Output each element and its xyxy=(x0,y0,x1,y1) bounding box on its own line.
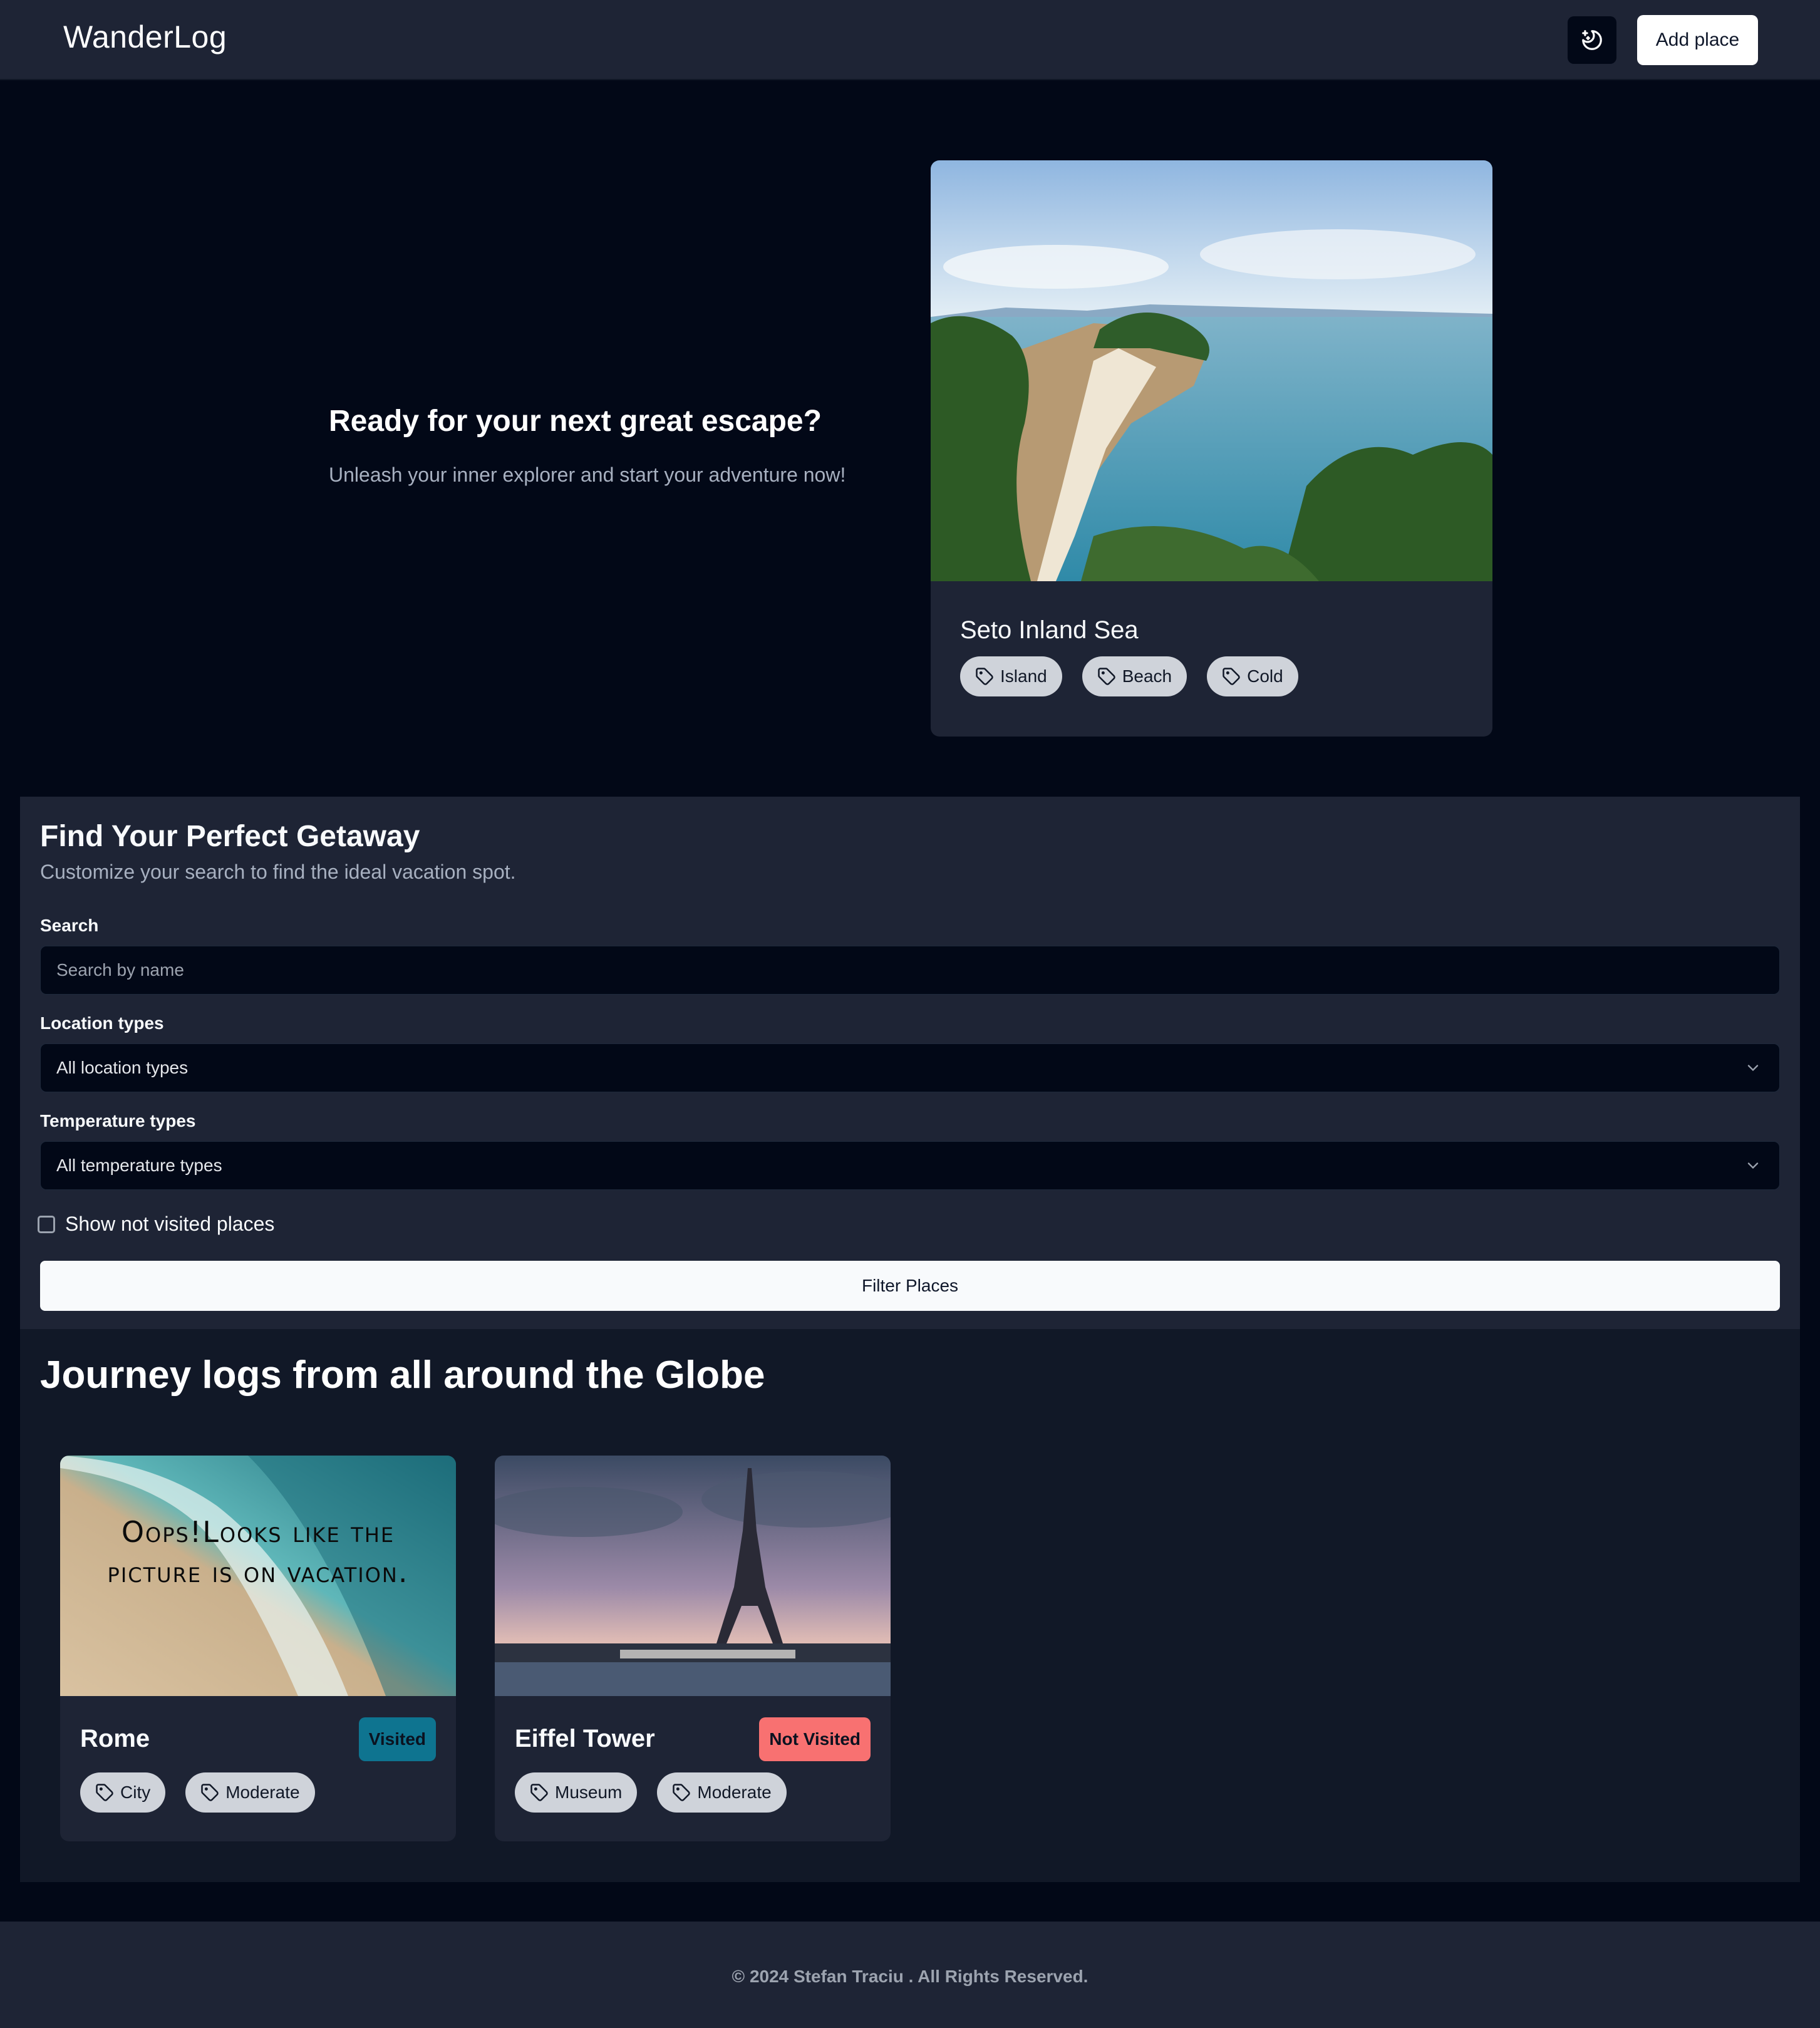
search-placeholder: Search by name xyxy=(56,960,184,980)
tag-label: Beach xyxy=(1122,666,1172,686)
tag-chip: Museum xyxy=(515,1772,638,1813)
theme-toggle-button[interactable] xyxy=(1568,16,1616,64)
show-not-visited-label[interactable]: Show not visited places xyxy=(65,1213,274,1236)
place-tags: City Moderate xyxy=(80,1772,315,1813)
show-not-visited-checkbox[interactable] xyxy=(38,1215,55,1233)
place-name: Eiffel Tower xyxy=(515,1725,655,1752)
temperature-types-value: All temperature types xyxy=(56,1156,222,1175)
tag-chip: City xyxy=(80,1772,166,1813)
hero-subtitle: Unleash your inner explorer and start yo… xyxy=(329,463,846,486)
filter-places-button[interactable]: Filter Places xyxy=(40,1261,1780,1311)
tag-icon xyxy=(96,1784,113,1801)
tag-chip: Island xyxy=(960,656,1062,696)
place-card[interactable]: Eiffel Tower Not Visited Museum Moderate xyxy=(495,1456,891,1841)
tag-chip: Moderate xyxy=(657,1772,787,1813)
tag-label: Moderate xyxy=(225,1782,300,1802)
filter-subtitle: Customize your search to find the ideal … xyxy=(40,861,516,883)
temperature-types-select[interactable]: All temperature types xyxy=(40,1141,1780,1190)
filter-title: Find Your Perfect Getaway xyxy=(40,820,420,853)
tag-chip: Beach xyxy=(1082,656,1187,696)
chevron-down-icon xyxy=(1747,1162,1759,1169)
place-name: Rome xyxy=(80,1725,150,1752)
location-types-value: All location types xyxy=(56,1058,189,1077)
featured-place-photo xyxy=(931,160,1492,581)
journey-logs-section: Journey logs from all around the Globe O… xyxy=(20,1329,1800,1882)
featured-place-name: Seto Inland Sea xyxy=(960,616,1139,644)
tag-icon xyxy=(673,1784,691,1801)
placeholder-image-text: Oops!Looks like the picture is on vacati… xyxy=(107,1515,409,1589)
chevron-down-icon xyxy=(1747,1065,1759,1072)
tag-chip: Cold xyxy=(1207,656,1298,696)
place-card[interactable]: Oops!Looks like the picture is on vacati… xyxy=(60,1456,456,1841)
status-badge: Visited xyxy=(358,1717,436,1761)
place-tags: Museum Moderate xyxy=(515,1772,787,1813)
featured-place-tags: Island Beach Cold xyxy=(960,656,1298,696)
hero-title: Ready for your next great escape? xyxy=(329,405,822,438)
search-input[interactable]: Search by name xyxy=(40,946,1780,995)
footer: © 2024 Stefan Traciu . All Rights Reserv… xyxy=(0,1922,1820,2028)
tag-icon xyxy=(976,668,993,685)
tag-label: Museum xyxy=(555,1782,623,1802)
footer-copyright: © 2024 Stefan Traciu . All Rights Reserv… xyxy=(732,1967,1088,1986)
temperature-types-label: Temperature types xyxy=(40,1111,196,1130)
search-label: Search xyxy=(40,916,99,935)
tag-label: Island xyxy=(1000,666,1047,686)
moon-stars-icon xyxy=(1582,30,1602,50)
filter-panel: Find Your Perfect Getaway Customize your… xyxy=(20,797,1800,1329)
not-visited-toggle-row: Show not visited places xyxy=(38,1213,274,1236)
eiffel-tower-photo xyxy=(495,1456,891,1696)
featured-place-card[interactable]: Seto Inland Sea Island Beach Cold xyxy=(931,160,1492,737)
location-types-select[interactable]: All location types xyxy=(40,1043,1780,1092)
tag-icon xyxy=(201,1784,219,1801)
tag-label: Cold xyxy=(1247,666,1283,686)
journey-title: Journey logs from all around the Globe xyxy=(40,1353,765,1397)
tag-icon xyxy=(1223,668,1240,685)
location-types-label: Location types xyxy=(40,1013,164,1033)
tag-chip: Moderate xyxy=(185,1772,315,1813)
hero-text: Ready for your next great escape? Unleas… xyxy=(329,404,845,487)
brand-logo[interactable]: WanderLog xyxy=(63,19,227,55)
status-badge: Not Visited xyxy=(759,1717,871,1761)
tag-label: Moderate xyxy=(697,1782,772,1802)
tag-label: City xyxy=(120,1782,151,1802)
top-navbar: WanderLog Add place xyxy=(0,0,1820,80)
tag-icon xyxy=(1097,668,1115,685)
tag-icon xyxy=(530,1784,548,1801)
add-place-button[interactable]: Add place xyxy=(1637,15,1758,65)
